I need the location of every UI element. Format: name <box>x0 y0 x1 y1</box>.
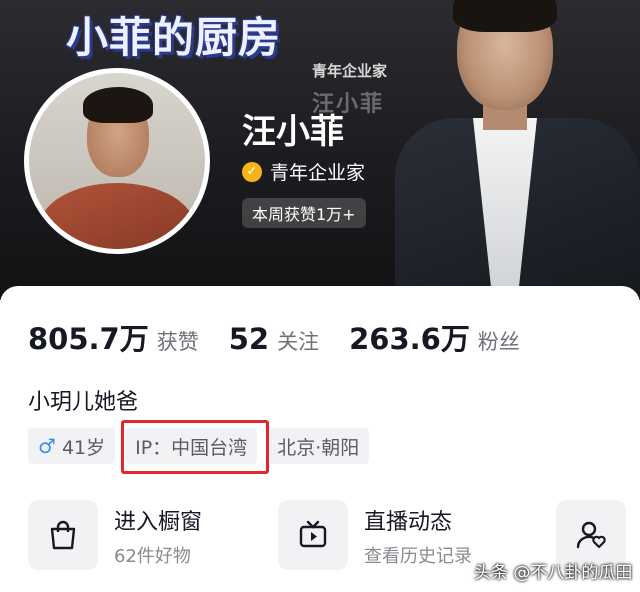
user-heart-icon <box>576 521 606 549</box>
male-gender-icon: ♂ <box>38 434 56 458</box>
feature-title: 直播动态 <box>364 510 453 535</box>
age-text: 41岁 <box>61 436 106 459</box>
stat-value: 263.6万 <box>349 322 470 356</box>
feature-subtitle: 62件好物 <box>114 546 191 567</box>
weekly-likes-badge: 本周获赞1万+ <box>242 198 366 228</box>
city-tag: 北京·朝阳 <box>267 428 370 464</box>
tv-icon <box>278 500 348 570</box>
profile-name: 汪小菲 <box>242 112 344 152</box>
stat-value: 805.7万 <box>28 322 149 356</box>
banner-title: 小菲的厨房 <box>66 13 282 62</box>
stat-following[interactable]: 52 关注 <box>229 322 319 356</box>
banner-subtitle: 青年企业家 <box>312 62 388 80</box>
stat-label: 粉丝 <box>477 330 520 354</box>
stat-likes[interactable]: 805.7万 获赞 <box>28 316 199 358</box>
feature-row: 进入橱窗 62件好物 直播动态 查看历史记录 <box>28 500 528 570</box>
ip-highlight-box <box>121 420 269 474</box>
profile-card: 805.7万 获赞 52 关注 263.6万 粉丝 小玥儿她爸 ♂ 41岁 IP… <box>0 286 640 592</box>
feature-title: 进入橱窗 <box>114 510 203 535</box>
avatar[interactable] <box>24 68 210 254</box>
stats-row: 805.7万 获赞 52 关注 263.6万 粉丝 <box>28 316 550 358</box>
stat-label: 关注 <box>277 330 320 354</box>
bio-text: 小玥儿她爸 <box>28 390 139 415</box>
banner-portrait-image <box>395 0 640 300</box>
stat-followers[interactable]: 263.6万 粉丝 <box>349 316 520 358</box>
stat-value: 52 <box>228 322 270 356</box>
verification-row: ✓ 青年企业家 <box>242 158 365 185</box>
feature-subtitle: 查看历史记录 <box>364 546 472 567</box>
shopping-bag-icon <box>28 500 98 570</box>
age-tag: ♂ 41岁 <box>28 428 116 464</box>
shop-window-entry[interactable]: 进入橱窗 62件好物 <box>28 500 278 570</box>
verification-label: 青年企业家 <box>270 162 366 184</box>
stat-label: 获赞 <box>156 330 199 354</box>
watermark: 头条 @不八卦的瓜田 <box>474 563 633 583</box>
verified-check-icon: ✓ <box>242 161 262 182</box>
